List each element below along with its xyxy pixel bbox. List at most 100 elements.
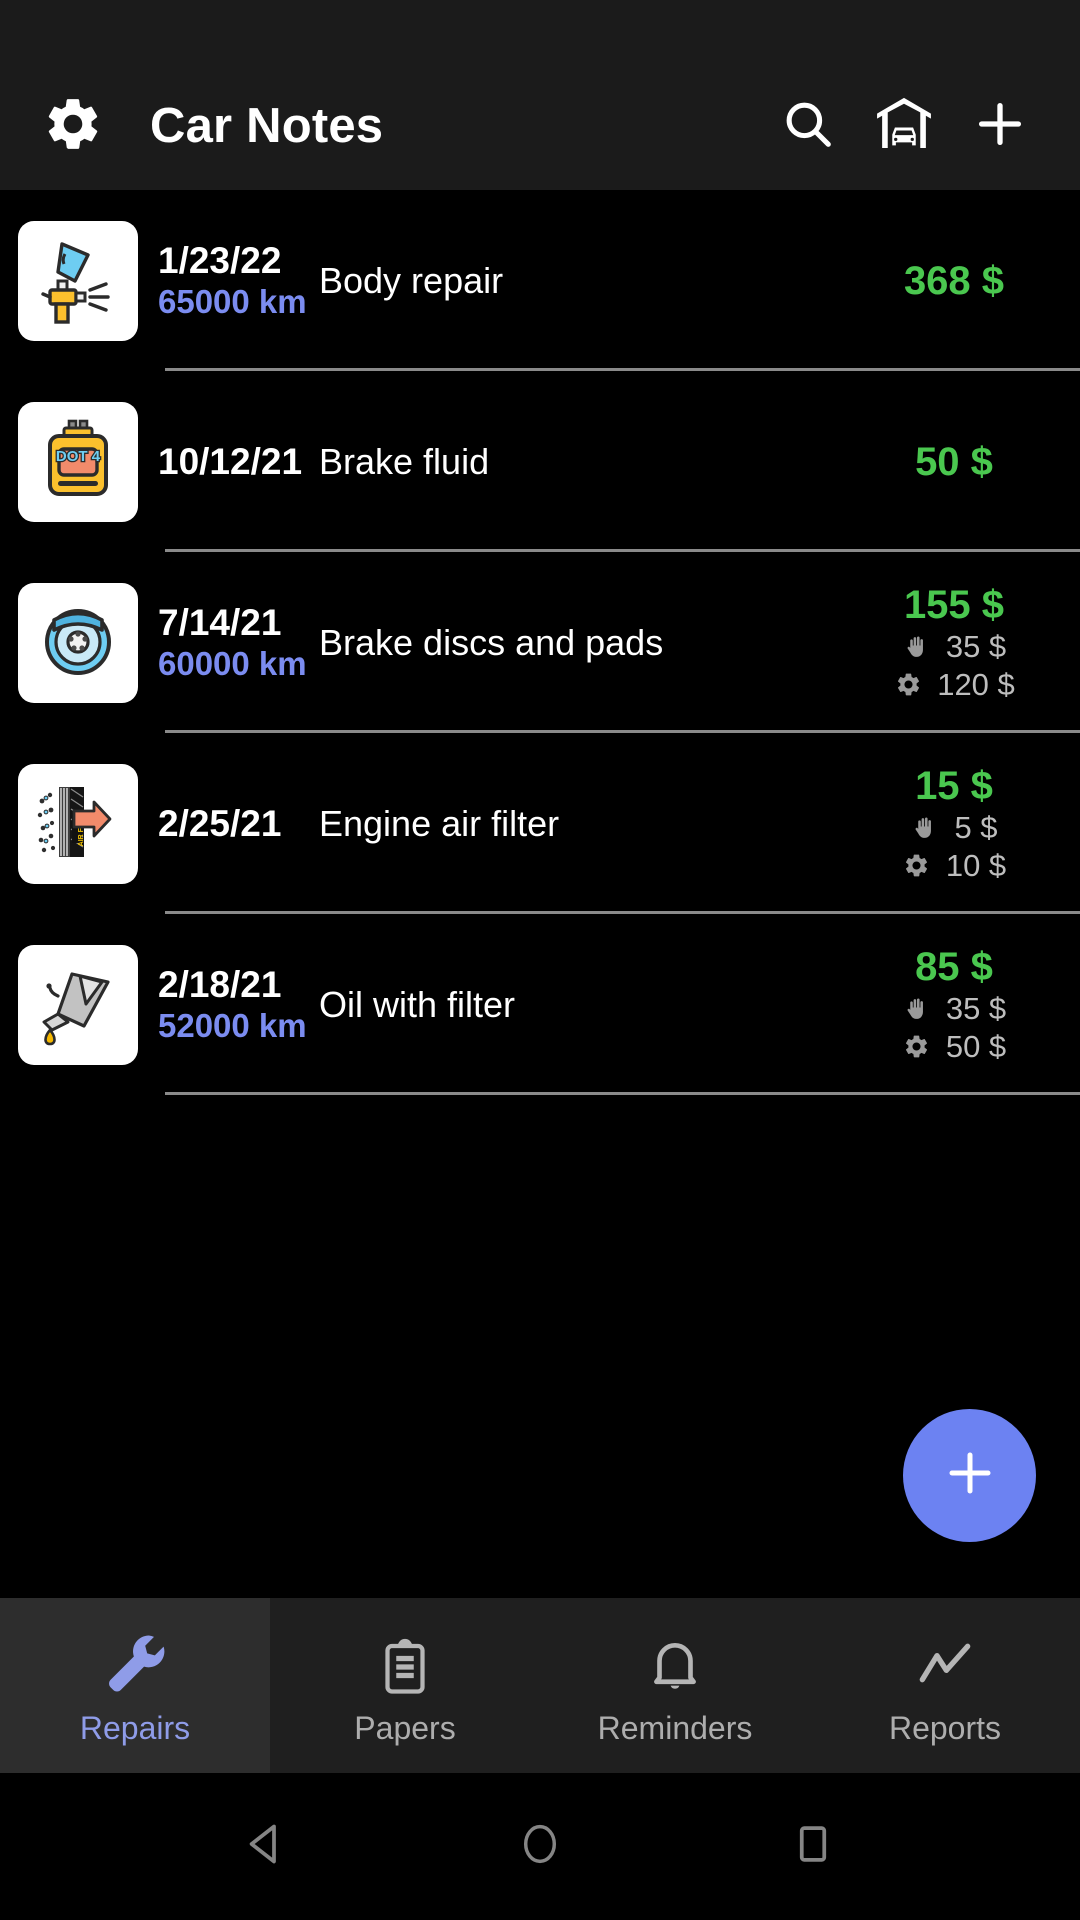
repair-parts-cost-row: 50 $ [902,1028,1007,1064]
repair-parts-cost-row: 120 $ [893,666,1015,702]
repair-odometer: 60000 km [158,644,307,682]
repair-labor-cost: 35 $ [945,991,1007,1027]
plus-icon [940,1443,1000,1508]
bell-icon [644,1625,706,1697]
repair-icon-tile: DOT 4 [18,401,138,522]
spray-gun-icon [28,228,128,333]
repair-date-column: 1/23/22 65000 km [138,240,311,320]
repair-date-column: 10/12/21 [138,441,311,482]
repair-total-cost: 15 $ [915,764,993,809]
settings-button[interactable] [38,91,108,161]
repair-total-cost: 85 $ [915,945,993,990]
repair-icon-tile [18,220,138,341]
repair-title-column: Brake fluid [311,441,852,482]
repair-parts-cost: 50 $ [945,1028,1007,1064]
hand-icon [910,813,940,843]
svg-text:DOT 4: DOT 4 [56,448,101,465]
wrench-icon [101,1625,169,1697]
gear-icon [902,851,932,881]
repair-labor-cost-row: 5 $ [910,810,998,846]
repair-total-cost: 368 $ [903,258,1005,303]
oil-can-icon [28,952,128,1057]
repair-labor-cost: 5 $ [954,810,998,846]
add-repair-fab[interactable] [903,1409,1036,1542]
row-divider [165,1092,1080,1095]
gear-icon [902,1032,932,1062]
back-triangle-icon [239,1816,295,1877]
table-row[interactable]: AIR FLOW 2/25/21 Engine air filter 15 $ [0,733,1080,914]
garage-button[interactable] [856,78,952,174]
repair-parts-cost: 120 $ [937,666,1015,702]
repair-parts-cost: 10 $ [945,847,1007,883]
bottom-tab-bar: Repairs Papers Reminders Reports [0,1598,1080,1773]
clipboard-icon [375,1625,435,1697]
repair-cost-column: 15 $ 5 $ 10 $ [852,764,1080,882]
nav-recents-button[interactable] [768,1802,858,1892]
repair-title-column: Oil with filter [311,984,852,1025]
tab-label: Reminders [597,1709,753,1746]
repair-date-column: 2/18/21 52000 km [138,964,311,1044]
plus-icon [971,95,1029,158]
nav-home-button[interactable] [495,1802,585,1892]
repair-title: Body repair [319,259,504,301]
repair-date: 2/18/21 [158,964,282,1006]
air-filter-icon: AIR FLOW [28,771,128,876]
table-row[interactable]: 7/14/21 60000 km Brake discs and pads 15… [0,552,1080,733]
nav-back-button[interactable] [222,1802,312,1892]
status-bar [0,0,1080,62]
tab-reports[interactable]: Reports [810,1598,1080,1773]
repair-cost-column: 50 $ [852,440,1080,484]
repair-date: 1/23/22 [158,240,282,282]
repair-title: Brake fluid [319,440,490,482]
repair-total-cost: 50 $ [915,439,993,484]
repair-date: 7/14/21 [158,602,282,644]
repair-icon-tile: AIR FLOW [18,763,138,884]
repair-cost-column: 368 $ [852,259,1080,303]
gear-icon [893,670,923,700]
gear-icon [42,93,104,160]
repair-odometer: 65000 km [158,282,307,320]
repair-labor-cost: 35 $ [945,629,1007,665]
repair-date: 10/12/21 [158,440,303,482]
repair-odometer: 52000 km [158,1006,307,1044]
garage-car-icon [872,92,936,161]
repair-date: 2/25/21 [158,802,282,844]
tab-label: Reports [888,1709,1002,1746]
tab-papers[interactable]: Papers [270,1598,540,1773]
repair-cost-column: 155 $ 35 $ 120 $ [852,583,1080,701]
repair-title: Oil with filter [319,983,516,1025]
repair-parts-cost-row: 10 $ [902,847,1007,883]
tab-reminders[interactable]: Reminders [540,1598,810,1773]
app-bar: Car Notes [0,62,1080,190]
table-row[interactable]: 2/18/21 52000 km Oil with filter 85 $ 35… [0,914,1080,1095]
repair-labor-cost-row: 35 $ [902,630,1006,664]
repair-title-column: Body repair [311,260,852,301]
tab-repairs[interactable]: Repairs [0,1598,270,1773]
brake-fluid-dot4-icon: DOT 4 [28,409,128,514]
repair-title: Engine air filter [319,802,560,844]
brake-disc-icon [28,590,128,695]
page-title: Car Notes [150,99,384,153]
tab-label: Repairs [79,1709,191,1746]
repair-labor-cost-row: 35 $ [902,992,1006,1026]
repair-total-cost: 155 $ [903,583,1005,628]
repairs-list[interactable]: 1/23/22 65000 km Body repair 368 $ DOT 4… [0,190,1080,1598]
repair-date-column: 2/25/21 [138,803,311,844]
repair-icon-tile [18,944,138,1065]
repair-cost-column: 85 $ 35 $ 50 $ [852,945,1080,1063]
repair-title-column: Brake discs and pads [311,622,852,663]
add-record-button[interactable] [952,78,1048,174]
app-screen: Car Notes 1/23/22 65000 km Body repair 3… [0,0,1080,1920]
android-nav-bar [0,1773,1080,1920]
table-row[interactable]: 1/23/22 65000 km Body repair 368 $ [0,190,1080,371]
hand-icon [902,994,932,1024]
tab-label: Papers [354,1709,456,1746]
repair-title-column: Engine air filter [311,803,852,844]
repair-icon-tile [18,582,138,703]
table-row[interactable]: DOT 4 10/12/21 Brake fluid 50 $ [0,371,1080,552]
search-icon [779,95,837,158]
home-circle-icon [514,1818,566,1875]
search-button[interactable] [760,78,856,174]
repair-title: Brake discs and pads [319,621,664,663]
chart-line-icon [913,1625,977,1697]
